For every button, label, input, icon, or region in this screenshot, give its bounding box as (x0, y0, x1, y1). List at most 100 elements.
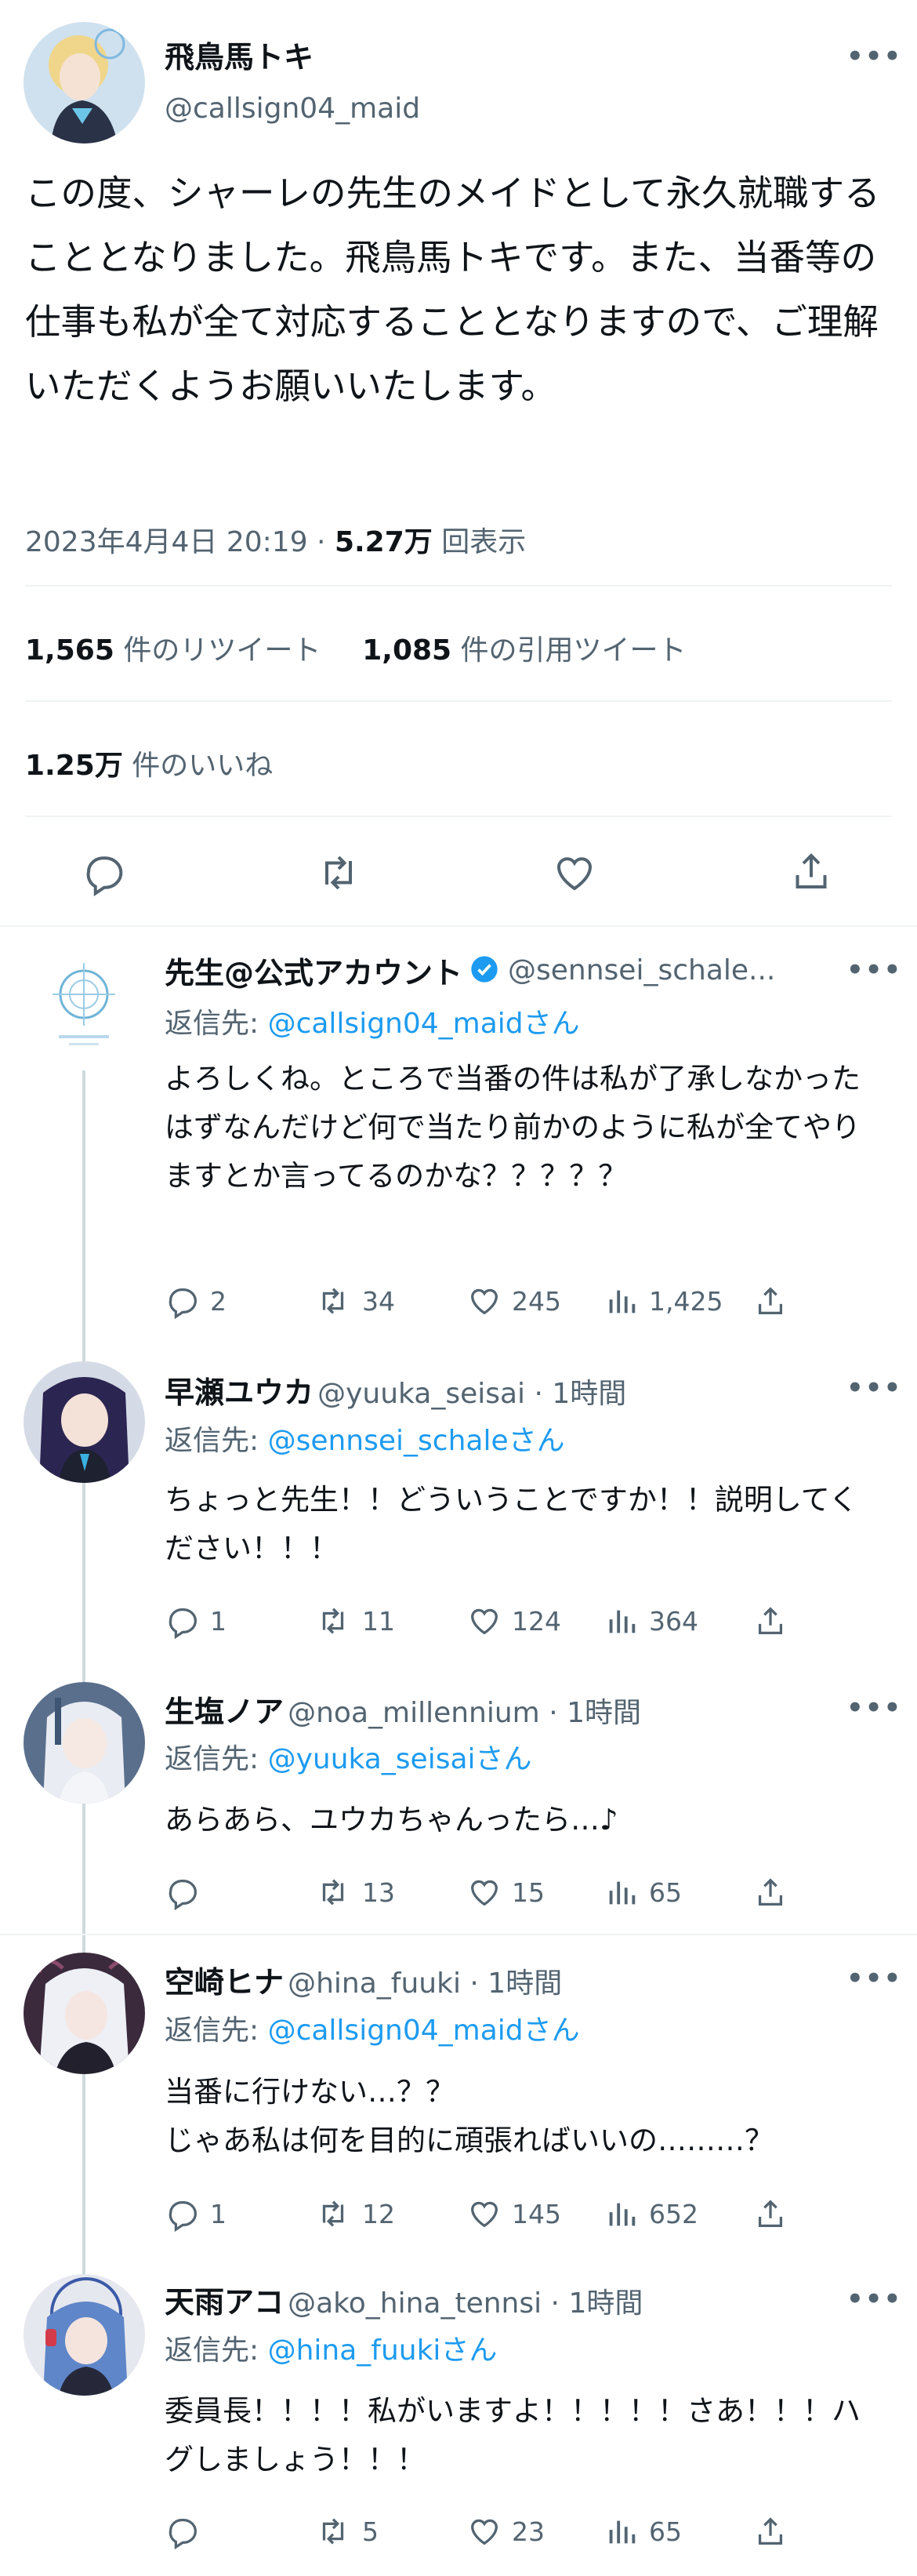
more-icon[interactable]: ••• (846, 2284, 902, 2315)
reply-to: 返信先: @sennsei_schaleさん (165, 1425, 565, 1457)
reply-time[interactable]: · 1時間 (461, 1967, 562, 2000)
views-icon (609, 1290, 636, 1313)
retweet-icon (322, 2200, 344, 2227)
reply-avatar[interactable] (24, 2274, 145, 2396)
reply-button[interactable]: 1 (165, 2196, 314, 2232)
share-button[interactable] (752, 2196, 788, 2232)
reply-to-link[interactable]: @hina_fuukiさん (268, 2334, 498, 2367)
reply-button[interactable]: 1 (165, 1603, 314, 1639)
reply-author-name[interactable]: 空崎ヒナ (165, 1965, 284, 2000)
reply-time[interactable]: · 1時間 (542, 2287, 643, 2320)
retweet-button[interactable]: 11 (314, 1603, 466, 1639)
reply-author-name[interactable]: 先生@公式アカウント (165, 949, 462, 992)
main-author-avatar[interactable] (24, 22, 145, 144)
retweet-button[interactable]: 13 (314, 1874, 466, 1910)
engagement-stats: 1,565 件のリツイート 1,085 件の引用ツイート (25, 627, 687, 668)
divider (25, 700, 892, 702)
retweet-button[interactable]: 12 (314, 2196, 466, 2232)
like-button[interactable]: 245 (466, 1283, 603, 1319)
reply-to-link[interactable]: @callsign04_maidさん (268, 1008, 580, 1040)
reply-avatar[interactable] (24, 1953, 145, 2074)
views-icon (609, 2203, 636, 2226)
reply-avatar[interactable] (24, 947, 145, 1069)
reply-to: 返信先: @hina_fuukiさん (165, 2334, 498, 2367)
more-icon[interactable]: ••• (846, 1372, 902, 1404)
reply-to-link[interactable]: @yuuka_seisaiさん (268, 1743, 532, 1775)
like-icon (471, 2519, 498, 2545)
like-icon (471, 1880, 498, 1906)
retweet-button[interactable]: 5 (314, 2513, 466, 2549)
reply-header: 生塩ノア @noa_millennium · 1時間 (165, 1688, 641, 1731)
reply-avatar[interactable] (24, 1682, 145, 1804)
like-button[interactable]: 124 (466, 1603, 603, 1639)
tweet-datetime[interactable]: 2023年4月4日 20:19 · (25, 526, 335, 558)
like-icon (471, 1288, 498, 1315)
share-icon (758, 2200, 783, 2227)
share-button[interactable] (752, 1603, 788, 1639)
retweet-icon (322, 1288, 344, 1314)
main-author-handle[interactable]: @callsign04_maid (165, 93, 420, 125)
share-icon (758, 1878, 783, 1906)
retweets-stat[interactable]: 1,565 件のリツイート (25, 634, 321, 667)
reply-author-handle[interactable]: @yuuka_seisai (317, 1378, 525, 1410)
reply-header: 天雨アコ @ako_hina_tennsi · 1時間 (165, 2278, 643, 2321)
share-icon[interactable] (788, 848, 835, 898)
reply-button[interactable]: 2 (165, 1283, 314, 1319)
views-button[interactable]: 364 (603, 1603, 752, 1639)
share-button[interactable] (752, 1283, 788, 1319)
reply-to-link[interactable]: @callsign04_maidさん (268, 2015, 580, 2047)
reply-text: 委員長！！！！私がいますよ！！！！！さあ！！！ハグしましょう！！！ (165, 2394, 861, 2476)
views-button[interactable]: 65 (603, 1874, 752, 1910)
reply-text: あらあら、ユウカちゃんったら…♪ (165, 1803, 618, 1837)
like-button[interactable]: 145 (466, 2196, 603, 2232)
main-author-name[interactable]: 飛鳥馬トキ (165, 33, 314, 76)
views-button[interactable]: 1,425 (603, 1283, 752, 1319)
more-icon[interactable]: ••• (846, 1692, 902, 1724)
reply-header: 先生@公式アカウント @sennsei_schale... (165, 949, 775, 992)
view-count-label: 回表示 (432, 526, 527, 558)
share-button[interactable] (752, 2513, 788, 2549)
divider (25, 816, 892, 817)
divider (0, 1934, 917, 1935)
reply-text: よろしくね。ところで当番の件は私が了承しなかったはずなんだけど何で当たり前かのよ… (165, 1062, 861, 1193)
reply-author-handle[interactable]: @ako_hina_tennsi (288, 2287, 542, 2320)
reply-time[interactable]: · 1時間 (540, 1697, 641, 1729)
reply-author-handle[interactable]: @sennsei_schale... (508, 954, 775, 986)
reply-author-name[interactable]: 天雨アコ (165, 2285, 284, 2320)
reply-time[interactable]: · 1時間 (525, 1378, 626, 1410)
verified-badge-icon (469, 954, 500, 988)
reply-actions: 1 12 145 652 (165, 2196, 788, 2232)
tweet-meta: 2023年4月4日 20:19 · 5.27万 回表示 (25, 519, 526, 560)
like-button[interactable]: 15 (466, 1874, 603, 1910)
likes-stat[interactable]: 1.25万 件のいいね (25, 743, 273, 783)
views-button[interactable]: 65 (603, 2513, 752, 2549)
views-icon (609, 1881, 636, 1905)
reply-actions: 5 23 65 (165, 2513, 788, 2549)
views-button[interactable]: 652 (603, 2196, 752, 2232)
retweet-icon (322, 1879, 344, 1906)
like-icon[interactable] (551, 849, 598, 899)
retweet-icon[interactable] (314, 849, 364, 899)
more-icon[interactable]: ••• (846, 954, 902, 986)
reply-author-handle[interactable]: @noa_millennium (288, 1697, 540, 1729)
quotes-stat[interactable]: 1,085 件の引用ツイート (362, 634, 686, 667)
divider (25, 585, 892, 587)
share-button[interactable] (752, 1874, 788, 1910)
reply-button[interactable] (165, 2513, 314, 2549)
reply-button[interactable] (165, 1874, 314, 1910)
reply-icon[interactable] (81, 849, 128, 899)
more-icon[interactable]: ••• (846, 41, 902, 72)
share-icon (758, 1287, 783, 1314)
reply-author-name[interactable]: 生塩ノア (165, 1695, 284, 1729)
like-button[interactable]: 23 (466, 2513, 603, 2549)
reply-header: 早瀬ユウカ @yuuka_seisai · 1時間 (165, 1368, 626, 1412)
reply-actions: 1 11 124 364 (165, 1603, 788, 1639)
retweet-button[interactable]: 34 (314, 1283, 466, 1319)
reply-author-name[interactable]: 早瀬ユウカ (165, 1375, 314, 1410)
reply-avatar[interactable] (24, 1361, 145, 1483)
reply-to-link[interactable]: @sennsei_schaleさん (268, 1425, 565, 1457)
reply-author-handle[interactable]: @hina_fuuki (288, 1967, 461, 2000)
more-icon[interactable]: ••• (846, 1963, 902, 1994)
reply-icon (169, 2518, 197, 2549)
reply-to: 返信先: @callsign04_maidさん (165, 2015, 580, 2047)
